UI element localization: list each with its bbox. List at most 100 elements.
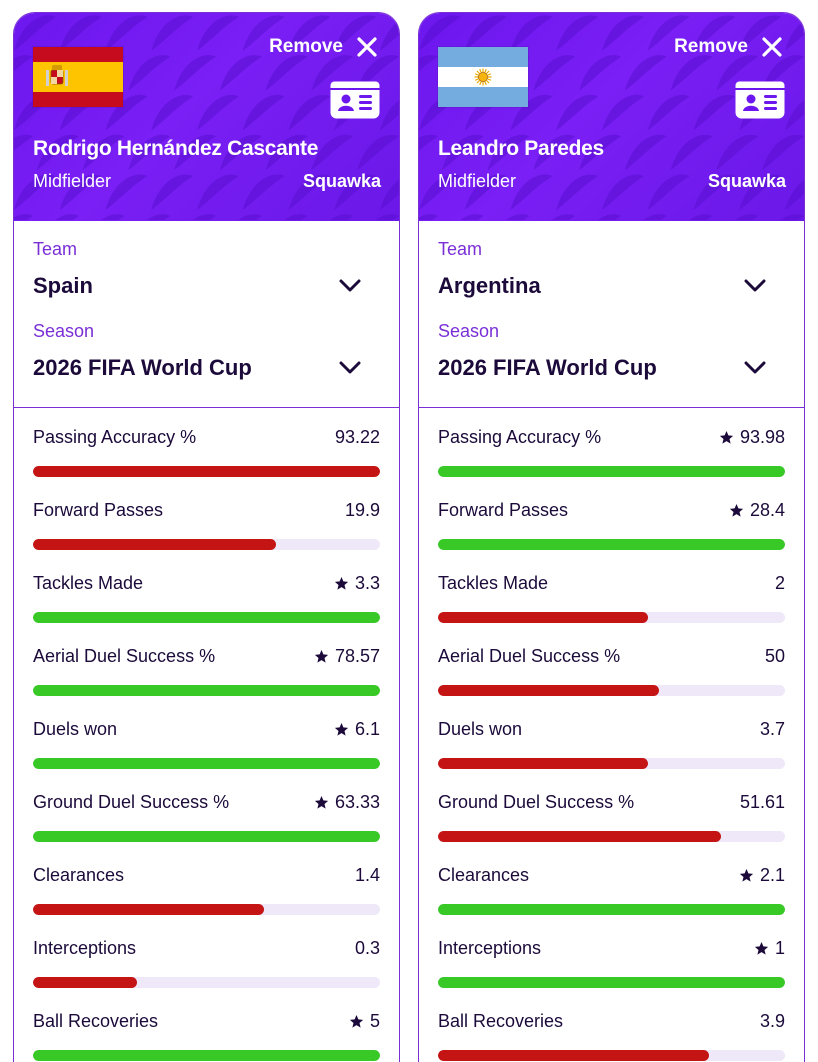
star-icon bbox=[754, 941, 769, 955]
stat-row: Passing Accuracy % 93.98 bbox=[438, 423, 785, 493]
stat-bar-fill bbox=[33, 904, 265, 915]
stat-bar bbox=[33, 758, 380, 769]
stat-name: Forward Passes bbox=[438, 500, 569, 520]
chevron-down-icon bbox=[744, 361, 766, 374]
season-value: 2026 FIFA World Cup bbox=[438, 355, 657, 380]
stat-row: Forward Passes 28.4 bbox=[438, 496, 785, 566]
comparison-cards: Remove Rodrigo Hernández Cascante Midfield… bbox=[0, 0, 818, 1062]
team-select[interactable]: Spain bbox=[33, 271, 369, 301]
stat-bar-fill bbox=[33, 466, 380, 477]
player-position: Midfielder bbox=[438, 171, 517, 191]
data-source: Squawka bbox=[707, 171, 786, 191]
chevron-down-icon bbox=[744, 279, 766, 292]
stat-value: 6.1 bbox=[334, 719, 380, 740]
stat-value-text: 51.61 bbox=[739, 792, 785, 812]
player-position: Midfielder bbox=[33, 171, 112, 191]
stat-bar bbox=[438, 1050, 785, 1061]
stat-name: Tackles Made bbox=[438, 573, 549, 593]
star-icon bbox=[334, 722, 349, 736]
stat-bar bbox=[33, 539, 380, 550]
stat-value: 50 bbox=[765, 646, 785, 667]
player-header: Remove Rodrigo Hernández Cascante Midfield… bbox=[14, 13, 399, 221]
stat-name: Clearances bbox=[438, 865, 530, 885]
stat-row: Interceptions 0.3 bbox=[33, 934, 380, 1004]
stat-value-text: 93.22 bbox=[334, 427, 380, 447]
player-name: Rodrigo Hernández Cascante bbox=[33, 137, 319, 160]
stat-value-text: 1.4 bbox=[354, 865, 380, 885]
team-value: Argentina bbox=[438, 273, 541, 298]
stat-value-text: 2.1 bbox=[759, 865, 785, 885]
stat-row: Duels won 3.7 bbox=[438, 715, 785, 785]
stat-bar-fill bbox=[33, 1050, 380, 1061]
stat-row: Forward Passes 19.9 bbox=[33, 496, 380, 566]
stat-name: Passing Accuracy % bbox=[33, 427, 197, 447]
stat-bar bbox=[438, 904, 785, 915]
stat-name: Duels won bbox=[438, 719, 523, 739]
stat-name: Duels won bbox=[33, 719, 118, 739]
stat-row: Ball Recoveries 5 bbox=[33, 1007, 380, 1062]
stat-row: Clearances 2.1 bbox=[438, 861, 785, 931]
player-header: Remove Leandro Paredes Midfielder Squawka bbox=[419, 13, 804, 221]
stat-value-text: 93.98 bbox=[739, 427, 785, 447]
stat-value-text: 2 bbox=[774, 573, 785, 593]
stat-value: 3.7 bbox=[760, 719, 785, 740]
stat-row: Ground Duel Success % 63.33 bbox=[33, 788, 380, 858]
stat-bar bbox=[33, 977, 380, 988]
stat-bar-fill bbox=[33, 977, 138, 988]
star-icon bbox=[349, 1014, 364, 1028]
star-icon bbox=[334, 576, 349, 590]
stat-value: 93.98 bbox=[719, 427, 785, 448]
stat-value-text: 63.33 bbox=[334, 792, 380, 812]
stat-bar-fill bbox=[438, 466, 785, 477]
stat-bar-fill bbox=[438, 831, 721, 842]
stat-bar bbox=[438, 612, 785, 623]
stat-value: 19.9 bbox=[345, 500, 380, 521]
stat-row: Aerial Duel Success % 50 bbox=[438, 642, 785, 712]
stat-value-text: 6.1 bbox=[354, 719, 380, 739]
stat-bar-fill bbox=[438, 977, 785, 988]
stat-value: 2.1 bbox=[739, 865, 785, 886]
stat-value: 2 bbox=[775, 573, 785, 594]
stat-value-text: 3.7 bbox=[759, 719, 785, 739]
stat-row: Clearances 1.4 bbox=[33, 861, 380, 931]
remove-label: Remove bbox=[674, 36, 748, 57]
player-name: Leandro Paredes bbox=[438, 137, 604, 160]
stat-value-text: 1 bbox=[774, 938, 785, 958]
stat-bar bbox=[33, 831, 380, 842]
stat-bar bbox=[438, 539, 785, 550]
id-card-icon[interactable] bbox=[329, 80, 381, 120]
player-card: Remove Leandro Paredes Midfielder Squawka Te… bbox=[418, 12, 805, 1062]
remove-button[interactable]: Remove bbox=[674, 35, 784, 59]
stat-bar-fill bbox=[33, 612, 380, 623]
stat-value-text: 78.57 bbox=[334, 646, 380, 666]
stat-name: Tackles Made bbox=[33, 573, 144, 593]
stat-row: Interceptions 1 bbox=[438, 934, 785, 1004]
stat-value-text: 19.9 bbox=[344, 500, 380, 520]
argentina-flag-icon bbox=[438, 47, 528, 107]
stat-row: Aerial Duel Success % 78.57 bbox=[33, 642, 380, 712]
stat-bar bbox=[33, 466, 380, 477]
stat-bar bbox=[438, 831, 785, 842]
stat-name: Ground Duel Success % bbox=[33, 792, 230, 812]
stat-name: Ball Recoveries bbox=[33, 1011, 159, 1031]
season-select[interactable]: 2026 FIFA World Cup bbox=[33, 353, 369, 383]
season-label: Season bbox=[33, 321, 95, 341]
season-select[interactable]: 2026 FIFA World Cup bbox=[438, 353, 774, 383]
stat-bar-fill bbox=[33, 539, 276, 550]
stat-name: Forward Passes bbox=[33, 500, 164, 520]
stat-value: 0.3 bbox=[355, 938, 380, 959]
team-select[interactable]: Argentina bbox=[438, 271, 774, 301]
stat-name: Interceptions bbox=[438, 938, 542, 958]
stat-bar-fill bbox=[438, 758, 649, 769]
remove-button[interactable]: Remove bbox=[269, 35, 379, 59]
stat-bar-fill bbox=[33, 685, 380, 696]
star-icon bbox=[739, 868, 754, 882]
stat-bar bbox=[438, 466, 785, 477]
stat-value-text: 5 bbox=[369, 1011, 380, 1031]
star-icon bbox=[719, 430, 734, 444]
id-card-icon[interactable] bbox=[734, 80, 786, 120]
close-icon bbox=[762, 37, 782, 57]
chevron-down-icon bbox=[339, 279, 361, 292]
stat-bar bbox=[33, 1050, 380, 1061]
stat-row: Tackles Made 3.3 bbox=[33, 569, 380, 639]
